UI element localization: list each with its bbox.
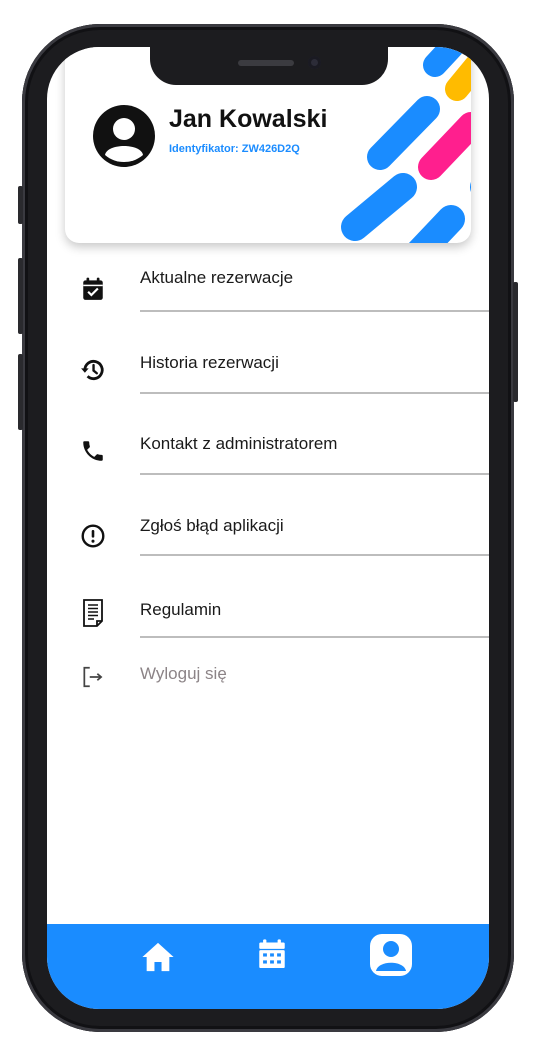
- power-button: [513, 282, 518, 402]
- user-icon[interactable]: [369, 933, 413, 977]
- divider: [140, 392, 489, 394]
- divider: [140, 310, 489, 312]
- speaker: [238, 60, 294, 66]
- menu-item-label: Historia rezerwacji: [140, 353, 279, 372]
- menu-item-label: Aktualne rezerwacje: [140, 268, 294, 287]
- history-icon: [81, 359, 104, 381]
- calendar-check-icon: [83, 277, 103, 300]
- divider: [140, 554, 489, 556]
- menu-item-report-bug[interactable]: Zgłoś błąd aplikacji: [47, 505, 489, 565]
- front-camera: [308, 56, 321, 69]
- document-icon: [83, 599, 103, 627]
- screen: Jan Kowalski Identyfikator: ZW426D2Q Akt…: [47, 47, 489, 1009]
- menu-item-label: Zgłoś błąd aplikacji: [140, 516, 284, 535]
- volume-up-button: [18, 258, 23, 334]
- menu-item-current-reservations[interactable]: Aktualne rezerwacje: [47, 259, 489, 319]
- volume-down-button: [18, 354, 23, 430]
- notch: [150, 47, 388, 85]
- alert-circle-icon: [81, 524, 105, 548]
- menu-item-label: Kontakt z administratorem: [140, 434, 338, 453]
- calendar-icon[interactable]: [258, 938, 286, 970]
- phone-icon: [83, 441, 103, 461]
- mute-switch: [18, 186, 23, 224]
- menu-item-contact-admin[interactable]: Kontakt z administratorem: [47, 424, 489, 484]
- menu-item-logout[interactable]: Wyloguj się: [47, 657, 489, 717]
- divider: [140, 636, 489, 638]
- menu-item-reservation-history[interactable]: Historia rezerwacji: [47, 343, 489, 403]
- menu-item-label: Regulamin: [140, 600, 222, 619]
- home-icon[interactable]: [141, 941, 175, 973]
- bottom-navigation: [47, 924, 489, 1009]
- logout-icon: [83, 666, 103, 688]
- divider: [140, 473, 489, 475]
- menu-item-terms[interactable]: Regulamin: [47, 586, 489, 646]
- logout-label: Wyloguj się: [140, 664, 227, 683]
- avatar-icon[interactable]: [93, 105, 155, 167]
- user-identifier: Identyfikator: ZW426D2Q: [169, 143, 300, 155]
- user-name: Jan Kowalski: [169, 105, 328, 133]
